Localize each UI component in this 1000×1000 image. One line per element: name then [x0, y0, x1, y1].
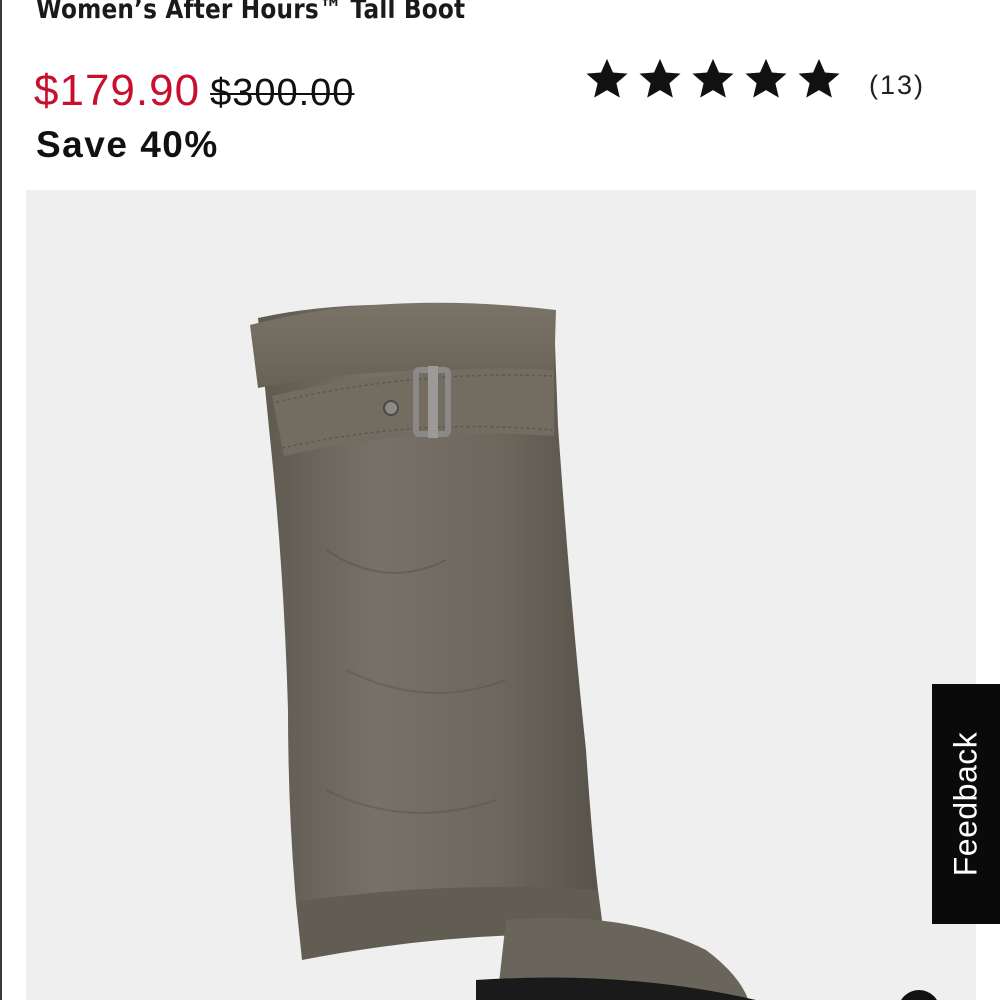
star-icon	[584, 56, 630, 102]
price-row: $179.90 $300.00	[34, 66, 354, 116]
sale-price: $179.90	[34, 66, 201, 115]
savings-badge: Save 40%	[36, 124, 219, 165]
boot-illustration	[250, 302, 756, 1000]
feedback-label: Feedback	[947, 731, 984, 877]
rating-summary[interactable]: (13)	[584, 56, 925, 102]
product-image[interactable]	[26, 190, 976, 1000]
star-icon	[796, 56, 842, 102]
feedback-button[interactable]: Feedback	[932, 684, 1000, 924]
star-icon	[743, 56, 789, 102]
star-icon	[690, 56, 736, 102]
review-count[interactable]: (13)	[869, 70, 925, 101]
original-price: $300.00	[210, 72, 355, 114]
page-edge-divider	[0, 0, 2, 1000]
product-title: Women’s After Hours™ Tall Boot	[36, 0, 466, 25]
product-page: Women’s After Hours™ Tall Boot $179.90 $3…	[0, 0, 1000, 1000]
star-icon	[637, 56, 683, 102]
